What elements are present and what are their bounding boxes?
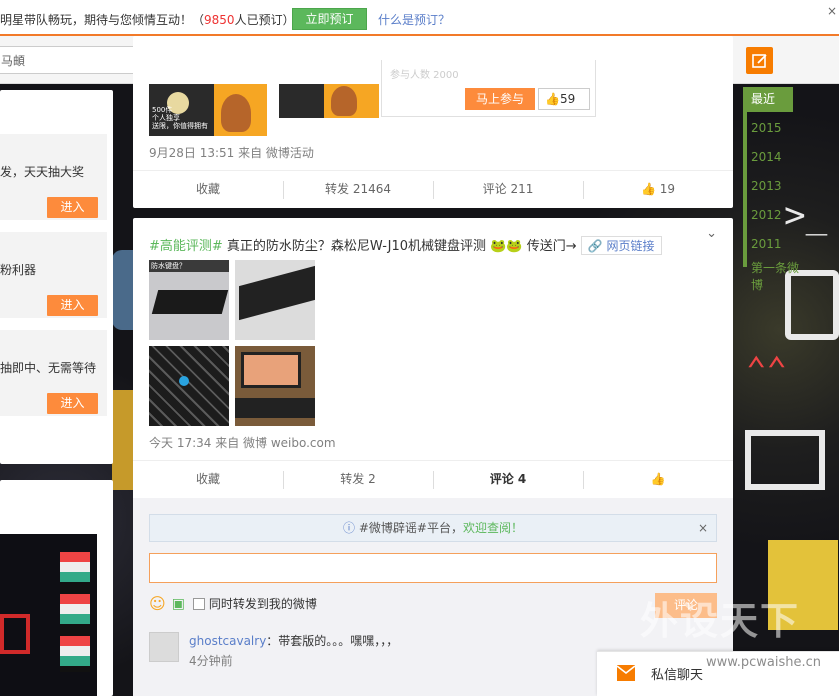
what-is-reserve-link[interactable]: 什么是预订？: [378, 11, 450, 28]
ad-caption-3: 送限，你值得拥有: [152, 122, 208, 130]
left-promo-row: 抽即中、无需等待 进入: [0, 330, 107, 416]
enter-button[interactable]: 进入: [47, 393, 98, 414]
favorite-button[interactable]: 收藏: [133, 461, 283, 498]
timeline-first-post[interactable]: 第一条微博: [751, 259, 801, 293]
announcement-suffix: 人已预订）: [234, 13, 295, 27]
favorite-button[interactable]: 收藏: [133, 171, 283, 208]
post-topic[interactable]: #高能评测#: [149, 239, 223, 254]
hint-text: #微博辟谣#平台，: [358, 521, 463, 535]
post-meta: 9月28日 13:51 来自 微博活动: [149, 146, 314, 160]
timeline-bar: [743, 112, 747, 267]
background-decoration: [745, 430, 825, 490]
watermark-url: www.pcwaishe.cn: [706, 655, 821, 670]
announcement-prefix: 明星带队畅玩，期待与您倾情互动！（: [0, 13, 205, 27]
activity-box: 参与人数 2000 马上参与 👍59: [381, 60, 596, 117]
post-actions: 收藏 转发 21464 评论 211 👍 19: [133, 170, 733, 208]
like-action[interactable]: 👍 19: [583, 171, 733, 208]
left-promo-text: 发，天天抽大奖: [0, 165, 85, 179]
avatar[interactable]: [149, 632, 179, 662]
link-icon: 🔗: [587, 239, 603, 253]
timeline-year-2012[interactable]: 2012: [751, 208, 782, 222]
comment-body: ：带套版的。。。嘿嘿，，，: [266, 634, 399, 648]
ad-image[interactable]: [279, 84, 379, 118]
mail-icon: [617, 665, 635, 681]
comment-user[interactable]: ghostcavalry: [189, 634, 266, 648]
close-icon[interactable]: ×: [698, 515, 708, 541]
compose-icon: [751, 53, 767, 68]
timeline-year-2014[interactable]: 2014: [751, 150, 782, 164]
post-meta: 今天 17:34 来自 微博 weibo.com: [149, 436, 336, 450]
info-icon: ⓘ: [343, 521, 356, 535]
comment-button[interactable]: 评论 4: [433, 461, 583, 498]
post-image-4[interactable]: [235, 346, 315, 426]
announcement-text: 明星带队畅玩，期待与您倾情互动！（9850人已预订）: [0, 11, 295, 28]
repost-checkbox[interactable]: [192, 597, 205, 610]
repost-button[interactable]: 转发 21464: [283, 171, 433, 208]
background-decoration: [112, 250, 134, 330]
like-count: 19: [659, 182, 676, 196]
timeline-year-2011[interactable]: 2011: [751, 237, 782, 251]
activity-partial-text: 参与人数 2000: [390, 70, 459, 81]
ad-image[interactable]: 500件 个人独享 送限，你值得拥有: [149, 84, 267, 136]
post-body: 真正的防水防尘？森松尼W-J10机械键盘评测: [222, 239, 487, 254]
background-decoration: ⌃⌃: [746, 350, 787, 390]
like-action[interactable]: 👍: [583, 461, 733, 498]
background-decoration: [112, 390, 134, 490]
thumbs-up-icon: 👍: [640, 182, 656, 196]
reservation-count: 9850: [204, 13, 235, 27]
comment-time: 4分钟前: [189, 654, 233, 668]
private-message-label: 私信聊天: [651, 668, 704, 683]
announcement-bar: 明星带队畅玩，期待与您倾情互动！（9850人已预订） 立即预订 什么是预订？ ×: [0, 0, 839, 36]
emoji-picker-icon[interactable]: ☺: [149, 594, 166, 613]
reserve-button[interactable]: 立即预订: [292, 8, 367, 30]
ad-caption-2: 个人独享: [152, 114, 180, 122]
close-icon[interactable]: ×: [827, 4, 837, 18]
comment-options: ☺ ▣ 同时转发到我的微博: [149, 594, 317, 613]
ad-caption: 500件 个人独享 送限，你值得拥有: [149, 106, 208, 130]
left-promo-text: 粉利器: [0, 263, 37, 277]
left-promo-row: 发，天天抽大奖 进入: [0, 134, 107, 220]
feed-card: 500件 个人独享 送限，你值得拥有 参与人数 2000 马上参与 👍59 9月28…: [133, 36, 733, 208]
repost-button[interactable]: 转发 2: [283, 461, 433, 498]
enter-button[interactable]: 进入: [47, 295, 98, 316]
compose-button[interactable]: [746, 47, 773, 74]
watermark: 外设天下: [640, 599, 801, 643]
thumbs-up-icon: 👍: [545, 92, 560, 106]
comment-input[interactable]: [149, 553, 717, 583]
post-text: #高能评测# 真正的防水防尘？森松尼W-J10机械键盘评测 🐸🐸 传送门→ 🔗 …: [149, 235, 709, 255]
join-button[interactable]: 马上参与: [465, 88, 535, 110]
timeline-year-2013[interactable]: 2013: [751, 179, 782, 193]
year-timeline: 最近 2015 2014 2013 2012 2011 第一条微博: [741, 87, 801, 292]
web-link-label: 网页链接: [606, 239, 655, 253]
left-sidebar-card-2: [0, 480, 113, 696]
hint-link[interactable]: 欢迎查阅！: [463, 521, 523, 535]
post-image-3[interactable]: [149, 346, 229, 426]
enter-button[interactable]: 进入: [47, 197, 98, 218]
rumor-hint: ⓘ #微博辟谣#平台，欢迎查阅！ ×: [149, 514, 717, 542]
post-portal: 传送门→: [522, 239, 577, 254]
like-count: 59: [559, 92, 576, 106]
like-button[interactable]: 👍59: [538, 88, 590, 110]
post-actions: 收藏 转发 2 评论 4 👍: [133, 460, 733, 498]
game-poster-image[interactable]: [0, 534, 97, 696]
comment-text: ghostcavalry：带套版的。。。嘿嘿，，，: [189, 632, 398, 649]
thumb-caption: 防水键盘？: [149, 260, 229, 272]
left-sidebar-card: 发，天天抽大奖 进入 粉利器 进入 抽即中、无需等待 进入: [0, 90, 113, 464]
left-promo-text: 抽即中、无需等待: [0, 361, 97, 375]
post-image-2[interactable]: [235, 260, 315, 340]
repost-checkbox-label: 同时转发到我的微博: [208, 597, 317, 611]
ad-caption-1: 500件: [152, 106, 173, 114]
timeline-year-2015[interactable]: 2015: [751, 121, 782, 135]
thumbs-up-icon: 👍: [650, 472, 666, 486]
left-promo-row: 粉利器 进入: [0, 232, 107, 318]
timeline-latest[interactable]: 最近: [743, 87, 793, 112]
post-image-1[interactable]: 防水键盘？: [149, 260, 229, 340]
web-link[interactable]: 🔗 网页链接: [580, 236, 662, 255]
image-upload-icon[interactable]: ▣: [172, 596, 185, 612]
emoji-icon: 🐸🐸: [490, 239, 523, 254]
comment-button[interactable]: 评论 211: [433, 171, 583, 208]
